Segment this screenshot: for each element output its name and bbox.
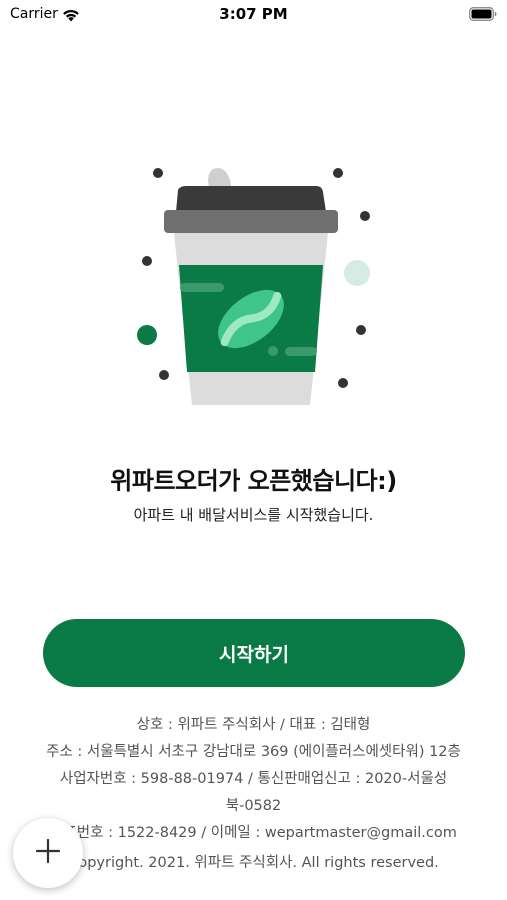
business-registration-line-cont: 북-0582 — [225, 798, 282, 814]
floating-add-button[interactable] — [13, 818, 83, 888]
coffee-cup-illustration — [0, 150, 507, 420]
page-title: 위파트오더가 오픈했습니다:) — [110, 467, 397, 495]
company-address-line: 주소 : 서울특별시 서초구 강남대로 369 (에이플러스에셋타워) 12층 — [46, 744, 461, 760]
status-time: 3:07 PM — [219, 5, 288, 23]
page-subtitle: 아파트 내 배달서비스를 시작했습니다. — [133, 506, 374, 524]
start-button[interactable]: 시작하기 — [43, 619, 465, 687]
plus-icon — [35, 838, 61, 868]
status-bar: Carrier 3:07 PM — [0, 0, 507, 28]
company-name-line: 상호 : 위파트 주식회사 / 대표 : 김태형 — [136, 717, 371, 733]
battery-icon — [469, 6, 497, 25]
business-registration-line: 사업자번호 : 598-88-01974 / 통신판매업신고 : 2020-서울… — [59, 771, 448, 787]
